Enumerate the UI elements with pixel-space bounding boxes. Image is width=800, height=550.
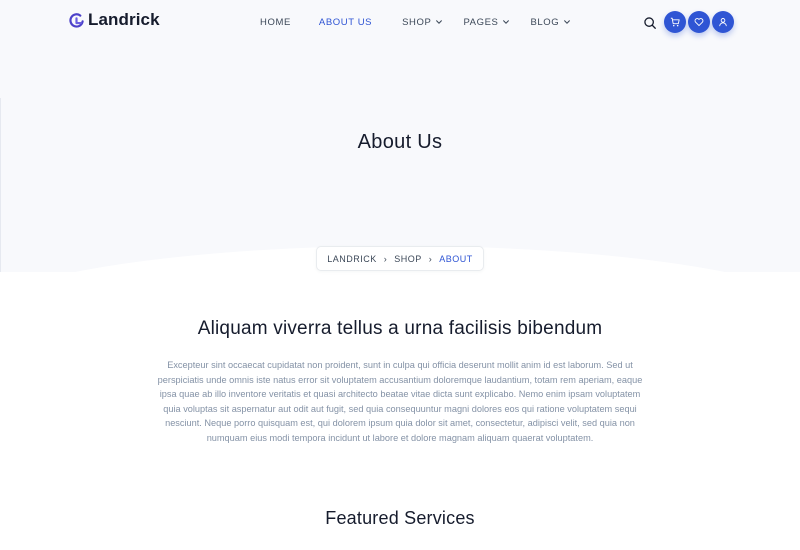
intro-paragraph: Excepteur sint occaecat cupidatat non pr… — [157, 360, 643, 443]
page-title: About Us — [357, 131, 443, 153]
nav-item-shop[interactable]: SHOP — [402, 17, 443, 28]
nav-item-label: ABOUT US — [318, 16, 373, 28]
nav-item-home[interactable]: HOME — [260, 17, 291, 28]
nav-item-label: BLOG — [530, 16, 560, 28]
intro-heading: Aliquam viverra tellus a urna facilisis … — [197, 318, 603, 339]
breadcrumb-current: ABOUT — [439, 253, 473, 264]
nav-item-label: PAGES — [463, 16, 499, 28]
breadcrumb-item-shop[interactable]: SHOP — [394, 254, 422, 264]
cart-icon — [670, 17, 680, 27]
chevron-down-icon — [436, 20, 443, 24]
breadcrumb-item-landrick[interactable]: LANDRICK — [327, 254, 377, 264]
logo-icon — [69, 12, 84, 28]
breadcrumb-separator-icon: › — [428, 253, 433, 264]
cart-button[interactable] — [664, 11, 686, 33]
chevron-down-icon — [564, 20, 571, 24]
top-navbar: Landrick HOME ABOUT US SHOP PAGES BLOG — [0, 0, 800, 44]
search-icon[interactable] — [643, 16, 657, 30]
nav-item-label: SHOP — [402, 16, 432, 28]
brand-name: Landrick — [88, 10, 160, 29]
breadcrumb-separator-icon: › — [383, 253, 388, 264]
breadcrumb: LANDRICK › SHOP › ABOUT — [316, 246, 484, 271]
account-button[interactable] — [712, 11, 734, 33]
nav-item-about-us[interactable]: ABOUT US — [319, 17, 372, 28]
user-icon — [719, 18, 727, 27]
heart-icon — [694, 18, 704, 27]
wishlist-button[interactable] — [688, 11, 710, 33]
nav-item-pages[interactable]: PAGES — [463, 17, 510, 28]
main-menu: HOME ABOUT US SHOP PAGES BLOG — [260, 0, 571, 44]
chevron-down-icon — [503, 20, 510, 24]
nav-item-label: HOME — [260, 16, 291, 28]
hero-edge — [0, 98, 1, 272]
featured-services-heading: Featured Services — [325, 508, 475, 528]
brand-logo[interactable]: Landrick — [68, 10, 160, 30]
nav-item-blog[interactable]: BLOG — [530, 17, 571, 28]
header-actions — [643, 11, 734, 33]
